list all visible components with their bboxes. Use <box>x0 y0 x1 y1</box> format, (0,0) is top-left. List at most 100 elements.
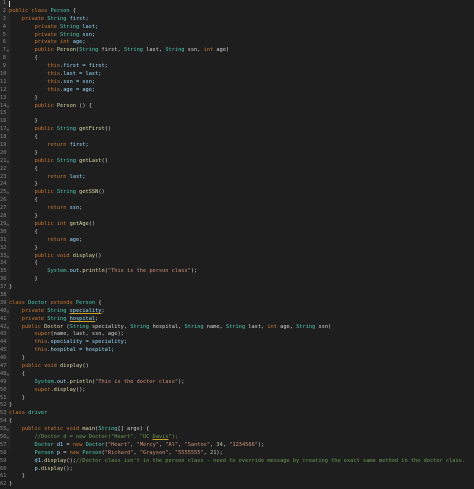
code-token: () <box>88 220 96 227</box>
code-line[interactable]: 51 } <box>0 395 474 403</box>
line-number: 37 <box>0 284 7 291</box>
code-line[interactable]: 10 this.last = last; <box>0 71 474 79</box>
code-line[interactable]: 46 } <box>0 355 474 363</box>
code-line[interactable]: 24 } <box>0 181 474 189</box>
code-line[interactable]: 36 } <box>0 276 474 284</box>
fold-toggle-icon[interactable]: ⊖ <box>7 371 9 379</box>
code-line[interactable]: 14 ⊖ public Person () { <box>0 103 474 111</box>
fold-toggle-icon[interactable]: ⊖ <box>7 308 9 316</box>
code-line[interactable]: 8 { <box>0 55 474 63</box>
code-line[interactable]: 15 <box>0 110 474 118</box>
code-line[interactable]: 31 return age; <box>0 237 474 245</box>
code-line[interactable]: 50 super.display(); <box>0 387 474 395</box>
code-line[interactable]: 11 this.ssn = ssn; <box>0 79 474 87</box>
code-line[interactable]: 25 ⊖ public String getSSN() <box>0 189 474 197</box>
fold-toggle-icon[interactable]: ⊖ <box>7 47 9 55</box>
fold-toggle-icon[interactable]: ⊖ <box>7 426 9 434</box>
code-token: } <box>9 276 38 283</box>
fold-toggle-icon[interactable]: ⊖ <box>7 103 9 111</box>
line-number: 56 <box>0 433 7 440</box>
line-number: 48 <box>0 370 7 377</box>
fold-toggle-icon[interactable]: ⊖ <box>7 221 9 229</box>
code-line[interactable]: 22 { <box>0 166 474 174</box>
code-line[interactable]: 28 } <box>0 213 474 221</box>
code-token: getAge <box>69 220 89 227</box>
code-line[interactable]: 58 Person p = new Person("Richard", "Gra… <box>0 450 474 458</box>
code-line[interactable]: 59 d1.display();//Doctor class isn't in … <box>0 458 474 466</box>
code-line[interactable]: 55 ⊖ public static void main(String[] arg… <box>0 426 474 434</box>
code-token: [] args) { <box>117 426 150 433</box>
code-token: extends <box>50 299 76 306</box>
code-token: new <box>72 441 86 448</box>
code-line[interactable]: 39 class Doctor extends Person { <box>0 300 474 308</box>
code-token: "Richard" <box>104 449 134 456</box>
code-line[interactable]: 32 } <box>0 245 474 253</box>
code-line[interactable]: 41 private String hospital; <box>0 316 474 324</box>
code-line[interactable]: 34 { <box>0 260 474 268</box>
code-line[interactable]: 23 return last; <box>0 174 474 182</box>
text-cursor <box>9 1 10 7</box>
code-line[interactable]: 27 return ssn; <box>0 205 474 213</box>
code-line[interactable]: 16 } <box>0 118 474 126</box>
code-area[interactable]: 1 2 public class Person {3 private String … <box>0 0 474 489</box>
code-line[interactable]: 49 System.out.println("This is the docto… <box>0 379 474 387</box>
code-line[interactable]: 26 { <box>0 197 474 205</box>
code-token: "5555555" <box>174 449 204 456</box>
code-line[interactable]: 21 ⊖ public String getLast() <box>0 158 474 166</box>
line-number: 40 <box>0 307 7 314</box>
code-line[interactable]: 45 this.hospital = hospital; <box>0 347 474 355</box>
code-line[interactable]: 13 } <box>0 95 474 103</box>
code-line[interactable]: 19 return first; <box>0 142 474 150</box>
code-line[interactable]: 33 ⊖ public void display() <box>0 253 474 261</box>
code-line[interactable]: 56 ⊖ //Doctor d = new Doctor("Heart", "UC… <box>0 434 474 442</box>
code-line[interactable]: 35 System.out.println("This is the perso… <box>0 268 474 276</box>
line-number: 1 <box>2 0 6 6</box>
code-line[interactable]: 52} <box>0 402 474 410</box>
code-line[interactable]: 5 private String ssn; <box>0 32 474 40</box>
code-line[interactable]: 9 this.first = first; <box>0 63 474 71</box>
code-line[interactable]: 61 } <box>0 473 474 481</box>
code-token: ); <box>178 378 185 385</box>
code-line[interactable]: 30 { <box>0 229 474 237</box>
code-line[interactable]: 40 ⊖ private String speciality; <box>0 308 474 316</box>
code-line[interactable]: 2 public class Person { <box>0 8 474 16</box>
fold-toggle-icon[interactable]: ⊖ <box>7 158 9 166</box>
code-line[interactable]: 6 private int age; <box>0 39 474 47</box>
code-token: speciality, <box>91 323 131 330</box>
fold-toggle-icon[interactable]: ⊖ <box>7 253 9 261</box>
code-line[interactable]: 29 ⊖ public int getAge() <box>0 221 474 229</box>
code-token: "Mercy" <box>136 441 159 448</box>
code-token: last, <box>248 323 268 330</box>
fold-toggle-icon[interactable]: ⊖ <box>7 189 9 197</box>
code-line[interactable]: 38 <box>0 292 474 300</box>
code-token: Person <box>56 102 76 109</box>
code-token: println <box>69 378 92 385</box>
fold-toggle-icon[interactable]: ⊖ <box>7 434 9 442</box>
code-line[interactable]: 47 public void display() <box>0 363 474 371</box>
code-line[interactable]: 20 } <box>0 150 474 158</box>
code-editor[interactable]: 1 2 public class Person {3 private String … <box>0 0 474 487</box>
code-line[interactable]: 53 class driver <box>0 410 474 418</box>
fold-toggle-icon[interactable]: ⊖ <box>7 126 9 134</box>
line-number: 21 <box>0 157 7 164</box>
code-line[interactable]: 43 super(name, last, ssn, age); <box>0 331 474 339</box>
code-line[interactable]: 18 { <box>0 134 474 142</box>
code-line[interactable]: 62} <box>0 481 474 489</box>
code-line[interactable]: 48 ⊖ { <box>0 371 474 379</box>
code-line[interactable]: 54{ <box>0 418 474 426</box>
code-line[interactable]: 3 private String first; <box>0 16 474 24</box>
code-line[interactable]: 17 ⊖ public String getFirst() <box>0 126 474 134</box>
code-token: name, <box>206 323 226 330</box>
fold-toggle-icon[interactable]: ⊖ <box>7 324 9 332</box>
code-line[interactable]: 12 this.age = age; <box>0 87 474 95</box>
code-line[interactable]: 60 p.display(); <box>0 466 474 474</box>
code-token: } <box>9 149 38 156</box>
code-line[interactable]: 1 <box>0 0 474 8</box>
code-token: "This is the doctor class" <box>95 378 179 385</box>
code-line[interactable]: 42 ⊖ public Doctor (String speciality, St… <box>0 324 474 332</box>
code-token: .hospital = hospital; <box>47 347 115 354</box>
code-line[interactable]: 4 private String last; <box>0 24 474 32</box>
code-line[interactable]: 44 this.speciality = speciality; <box>0 339 474 347</box>
code-line[interactable]: 37} <box>0 284 474 292</box>
code-line[interactable]: 7 ⊖ public Person(String first, String la… <box>0 47 474 55</box>
